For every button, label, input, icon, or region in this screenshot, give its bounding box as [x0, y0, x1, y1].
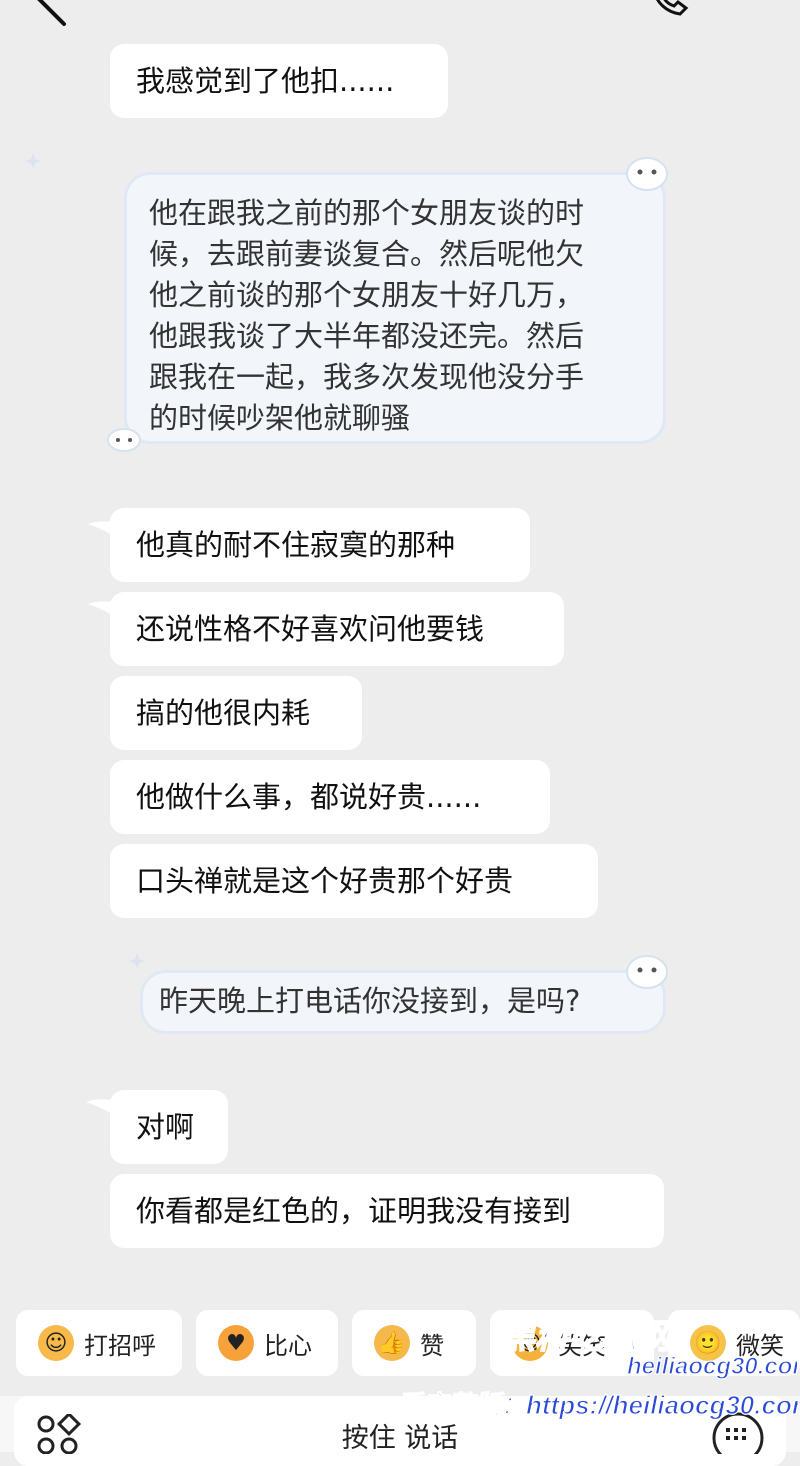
chat-bubble[interactable]: 他做什么事，都说好贵......: [110, 760, 550, 834]
quick-reply-laugh[interactable]: 😄 笑笑: [490, 1310, 654, 1376]
quick-reply-heart[interactable]: ♥ 比心: [196, 1310, 338, 1376]
bubble-decoration-cat-icon: [626, 955, 668, 989]
bubble-tail: [88, 601, 114, 616]
message-text: 搞的他很内耗: [136, 696, 311, 730]
phone-icon[interactable]: [648, 0, 696, 24]
watermark-url-overlay: 看完整版：https://heiliaocg30.com: [395, 1389, 800, 1420]
back-arrow-icon[interactable]: [34, 0, 74, 32]
smiley-wave-icon: ☺: [38, 1325, 74, 1361]
message-text: 口头禅就是这个好贵那个好贵: [136, 864, 514, 898]
chat-bubble[interactable]: 你看都是红色的，证明我没有接到: [110, 1174, 664, 1248]
quick-reply-label: 打招呼: [84, 1331, 156, 1360]
bubble-decoration-star-icon: [129, 953, 145, 969]
quick-reply-label: 微笑: [736, 1331, 784, 1360]
bubble-tail: [86, 1099, 112, 1114]
chat-bubble[interactable]: 口头禅就是这个好贵那个好贵: [110, 844, 598, 918]
message-line: 跟我在一起，我多次发现他没分手: [149, 360, 585, 394]
watermark-url: 看完整版：https://heiliaocg30.com: [396, 1390, 800, 1420]
chat-bubble[interactable]: 对啊: [110, 1090, 228, 1164]
quick-reply-smile[interactable]: 🙂 微笑: [668, 1310, 800, 1376]
chat-bubble[interactable]: 我感觉到了他扣......: [110, 44, 448, 118]
heart-hands-icon: ♥: [218, 1325, 254, 1361]
top-bar: [0, 0, 800, 44]
bubble-decoration-cat-icon: [626, 157, 668, 191]
message-text: 你看都是红色的，证明我没有接到: [136, 1194, 572, 1228]
quick-reply-greet[interactable]: ☺ 打招呼: [16, 1310, 182, 1376]
message-text: 他做什么事，都说好贵......: [136, 780, 482, 814]
bubble-decoration-star-icon: [25, 153, 41, 169]
decorated-chat-bubble[interactable]: 昨天晚上打电话你没接到，是吗?: [140, 970, 666, 1034]
laugh-icon: 😄: [512, 1325, 548, 1361]
decorated-chat-bubble[interactable]: 他在跟我之前的那个女朋友谈的时 候，去跟前妻谈复合。然后呢他欠 他之前谈的那个女…: [124, 172, 666, 444]
quick-reply-label: 赞: [420, 1331, 444, 1360]
message-line: 他跟我谈了大半年都没还完。然后: [149, 319, 585, 353]
message-text: 对啊: [136, 1110, 195, 1144]
message-line: 的时候吵架他就聊骚: [149, 401, 411, 435]
thumbs-up-icon: 👍: [374, 1325, 410, 1361]
message-line: 他在跟我之前的那个女朋友谈的时: [149, 196, 585, 230]
smile-icon: 🙂: [690, 1325, 726, 1361]
message-line: 昨天晚上打电话你没接到，是吗?: [159, 984, 581, 1018]
chat-bubble[interactable]: 还说性格不好喜欢问他要钱: [110, 592, 564, 666]
quick-reply-label: 笑笑: [558, 1331, 606, 1360]
quick-reply-bar: ☺ 打招呼 ♥ 比心 👍 赞 😄 笑笑 🙂 微笑: [0, 1310, 800, 1380]
quick-reply-like[interactable]: 👍 赞: [352, 1310, 476, 1376]
chat-bubble[interactable]: 搞的他很内耗: [110, 676, 362, 750]
bubble-decoration-cat-icon: [107, 428, 141, 452]
bubble-tail: [88, 521, 114, 536]
message-line: 候，去跟前妻谈复合。然后呢他欠: [149, 237, 585, 271]
message-line: 他之前谈的那个女朋友十好几万，: [149, 278, 585, 312]
quick-reply-label: 比心: [264, 1331, 312, 1360]
chat-bubble[interactable]: 他真的耐不住寂寞的那种: [110, 508, 530, 582]
message-text: 他真的耐不住寂寞的那种: [136, 528, 456, 562]
message-text: 还说性格不好喜欢问他要钱: [136, 612, 485, 646]
message-text: 我感觉到了他扣......: [136, 64, 395, 98]
